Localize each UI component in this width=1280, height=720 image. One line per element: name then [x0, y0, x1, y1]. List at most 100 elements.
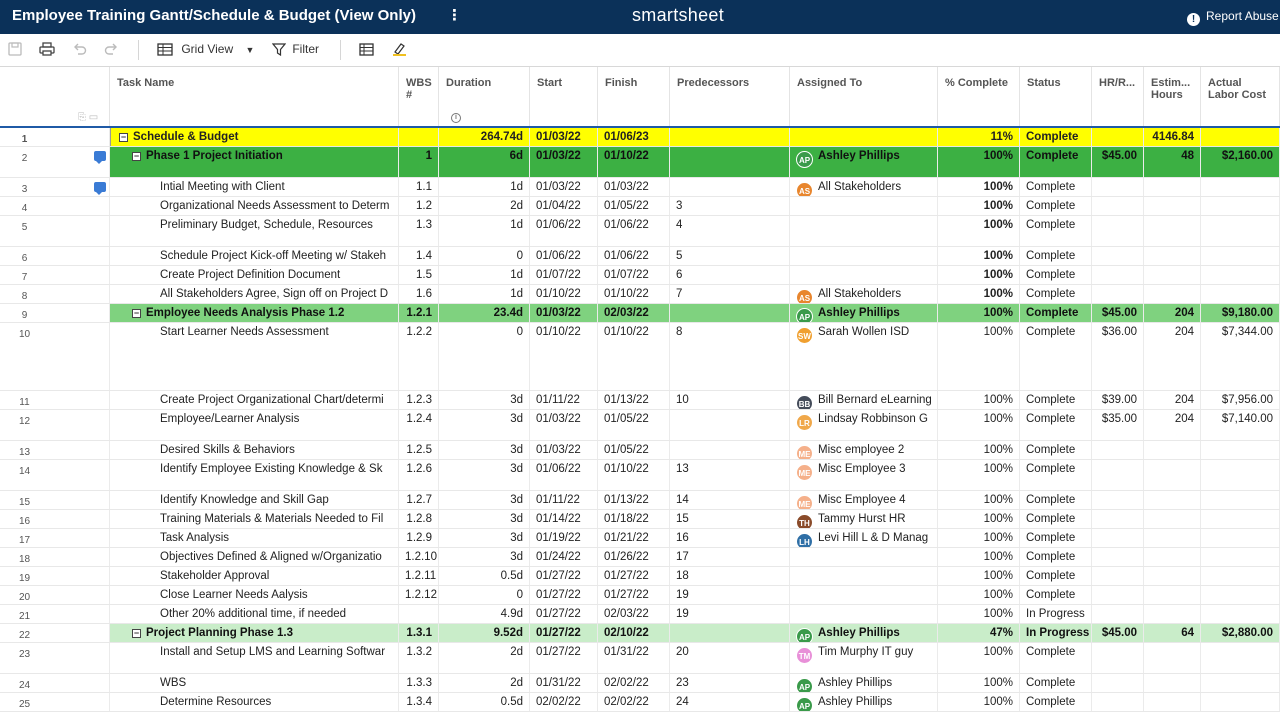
hourly-rate-cell[interactable]: [1092, 674, 1144, 692]
collapse-toggle-icon[interactable]: −: [132, 629, 141, 638]
estimated-hours-cell[interactable]: [1144, 197, 1201, 215]
assigned-to-cell[interactable]: ME Misc Employee 4: [790, 491, 938, 509]
task-name-cell[interactable]: Preliminary Budget, Schedule, Resources: [110, 216, 399, 246]
percent-complete-cell[interactable]: 100%: [938, 391, 1020, 409]
duration-cell[interactable]: 4.9d: [439, 605, 530, 623]
start-date-cell[interactable]: 01/03/22: [530, 178, 598, 196]
predecessors-cell[interactable]: 13: [670, 460, 790, 490]
duration-cell[interactable]: 23.4d: [439, 304, 530, 322]
hourly-rate-cell[interactable]: [1092, 510, 1144, 528]
assigned-to-cell[interactable]: AP Ashley Phillips: [790, 304, 938, 322]
wbs-cell[interactable]: 1.1: [399, 178, 439, 196]
task-name-cell[interactable]: Employee/Learner Analysis: [110, 410, 399, 440]
finish-date-cell[interactable]: 01/10/22: [598, 147, 670, 177]
predecessors-cell[interactable]: 6: [670, 266, 790, 284]
predecessors-cell[interactable]: [670, 147, 790, 177]
hourly-rate-cell[interactable]: $35.00: [1092, 410, 1144, 440]
duration-cell[interactable]: 3d: [439, 510, 530, 528]
predecessors-cell[interactable]: 23: [670, 674, 790, 692]
finish-date-cell[interactable]: 01/31/22: [598, 643, 670, 673]
hourly-rate-cell[interactable]: [1092, 586, 1144, 604]
wbs-cell[interactable]: 1.3.2: [399, 643, 439, 673]
estimated-hours-cell[interactable]: [1144, 674, 1201, 692]
task-name-cell[interactable]: Determine Resources: [110, 693, 399, 711]
status-cell[interactable]: Complete: [1020, 285, 1092, 303]
hourly-rate-cell[interactable]: [1092, 178, 1144, 196]
status-cell[interactable]: Complete: [1020, 147, 1092, 177]
assigned-to-cell[interactable]: [790, 586, 938, 604]
finish-date-cell[interactable]: 02/02/22: [598, 693, 670, 711]
predecessors-cell[interactable]: 24: [670, 693, 790, 711]
finish-date-cell[interactable]: 01/05/22: [598, 197, 670, 215]
table-row[interactable]: 17 Task Analysis 1.2.9 3d 01/19/22 01/21/22 16…: [0, 529, 1280, 548]
status-cell[interactable]: Complete: [1020, 304, 1092, 322]
finish-date-cell[interactable]: 01/10/22: [598, 323, 670, 390]
labor-cost-cell[interactable]: [1201, 197, 1280, 215]
header-actual-labor-cost[interactable]: Actual Labor Cost: [1201, 67, 1280, 126]
assigned-to-cell[interactable]: BB Bill Bernard eLearning: [790, 391, 938, 409]
labor-cost-cell[interactable]: [1201, 529, 1280, 547]
duration-cell[interactable]: 0: [439, 247, 530, 265]
start-date-cell[interactable]: 01/06/22: [530, 247, 598, 265]
duration-cell[interactable]: 264.74d: [439, 128, 530, 146]
task-name-cell[interactable]: − Schedule & Budget: [110, 128, 399, 146]
duration-cell[interactable]: 2d: [439, 197, 530, 215]
wbs-cell[interactable]: [399, 128, 439, 146]
table-row[interactable]: 10 Start Learner Needs Assessment 1.2.2 0 01…: [0, 323, 1280, 391]
start-date-cell[interactable]: 01/31/22: [530, 674, 598, 692]
status-cell[interactable]: Complete: [1020, 460, 1092, 490]
start-date-cell[interactable]: 01/03/22: [530, 304, 598, 322]
wbs-cell[interactable]: 1.2.10: [399, 548, 439, 566]
row-number[interactable]: 7: [0, 266, 110, 284]
task-name-cell[interactable]: − Phase 1 Project Initiation: [110, 147, 399, 177]
estimated-hours-cell[interactable]: [1144, 529, 1201, 547]
row-number[interactable]: 20: [0, 586, 110, 604]
assigned-to-cell[interactable]: AS All Stakeholders: [790, 285, 938, 303]
wbs-cell[interactable]: 1.2: [399, 197, 439, 215]
start-date-cell[interactable]: 01/11/22: [530, 491, 598, 509]
finish-date-cell[interactable]: 01/06/23: [598, 128, 670, 146]
task-name-cell[interactable]: Objectives Defined & Aligned w/Organizat…: [110, 548, 399, 566]
table-row[interactable]: 5 Preliminary Budget, Schedule, Resources…: [0, 216, 1280, 247]
wbs-cell[interactable]: 1.6: [399, 285, 439, 303]
task-name-cell[interactable]: Start Learner Needs Assessment: [110, 323, 399, 390]
status-cell[interactable]: Complete: [1020, 178, 1092, 196]
labor-cost-cell[interactable]: [1201, 548, 1280, 566]
row-number[interactable]: 21: [0, 605, 110, 623]
percent-complete-cell[interactable]: 100%: [938, 460, 1020, 490]
task-name-cell[interactable]: Install and Setup LMS and Learning Softw…: [110, 643, 399, 673]
assigned-to-cell[interactable]: SW Sarah Wollen ISD: [790, 323, 938, 390]
predecessors-cell[interactable]: 19: [670, 605, 790, 623]
finish-date-cell[interactable]: 01/21/22: [598, 529, 670, 547]
estimated-hours-cell[interactable]: [1144, 491, 1201, 509]
row-number[interactable]: 8: [0, 285, 110, 303]
assigned-to-cell[interactable]: AP Ashley Phillips: [790, 624, 938, 642]
percent-complete-cell[interactable]: 100%: [938, 510, 1020, 528]
table-row[interactable]: 25 Determine Resources 1.3.4 0.5d 02/02/22 02…: [0, 693, 1280, 712]
assigned-to-cell[interactable]: LR Lindsay Robbinson G: [790, 410, 938, 440]
duration-cell[interactable]: 3d: [439, 491, 530, 509]
start-date-cell[interactable]: 02/02/22: [530, 693, 598, 711]
row-number[interactable]: 13: [0, 441, 110, 459]
wbs-cell[interactable]: 1.2.9: [399, 529, 439, 547]
table-row[interactable]: 4 Organizational Needs Assessment to Dete…: [0, 197, 1280, 216]
collapse-toggle-icon[interactable]: −: [132, 309, 141, 318]
estimated-hours-cell[interactable]: 64: [1144, 624, 1201, 642]
status-cell[interactable]: Complete: [1020, 266, 1092, 284]
hourly-rate-cell[interactable]: [1092, 693, 1144, 711]
finish-date-cell[interactable]: 01/06/22: [598, 247, 670, 265]
row-number[interactable]: 10: [0, 323, 110, 390]
percent-complete-cell[interactable]: 100%: [938, 147, 1020, 177]
table-row[interactable]: 14 Identify Employee Existing Knowledge &…: [0, 460, 1280, 491]
row-number[interactable]: 25: [0, 693, 110, 711]
labor-cost-cell[interactable]: [1201, 441, 1280, 459]
status-cell[interactable]: Complete: [1020, 216, 1092, 246]
row-number[interactable]: 11: [0, 391, 110, 409]
status-cell[interactable]: In Progress: [1020, 605, 1092, 623]
labor-cost-cell[interactable]: $2,160.00: [1201, 147, 1280, 177]
wbs-cell[interactable]: 1.2.7: [399, 491, 439, 509]
start-date-cell[interactable]: 01/27/22: [530, 567, 598, 585]
percent-complete-cell[interactable]: 100%: [938, 643, 1020, 673]
status-cell[interactable]: Complete: [1020, 674, 1092, 692]
start-date-cell[interactable]: 01/27/22: [530, 586, 598, 604]
